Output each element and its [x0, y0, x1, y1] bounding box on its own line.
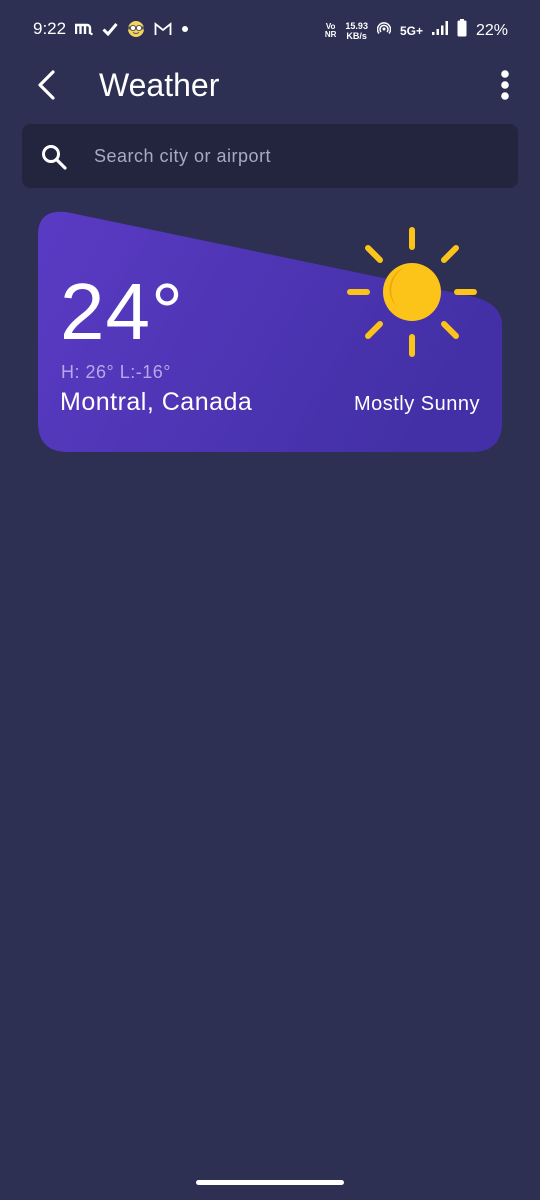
app-bar: Weather	[0, 62, 540, 108]
notification-dot-icon	[181, 25, 189, 33]
check-icon	[102, 22, 118, 36]
network-speed: 15.93 KB/s	[345, 21, 368, 41]
home-indicator[interactable]	[196, 1180, 344, 1185]
status-time: 9:22	[33, 19, 67, 38]
weather-card[interactable]: 24° H: 26° L:-16° Montral, Canada Mostly…	[0, 200, 540, 470]
back-button[interactable]	[30, 66, 64, 104]
search-input[interactable]	[92, 124, 504, 188]
network-speed-value: 15.93	[345, 20, 368, 31]
temperature: 24°	[60, 267, 184, 356]
volte-indicator: Vo NR	[324, 22, 337, 39]
more-vertical-icon	[501, 70, 509, 100]
minion-app-icon	[127, 20, 145, 38]
weather-condition: Mostly Sunny	[353, 393, 480, 415]
network-type: 5G+	[399, 23, 423, 38]
search-box[interactable]	[22, 124, 518, 188]
status-left: 9:22	[33, 19, 189, 39]
sun-icon	[347, 227, 477, 357]
city-name: Montral, Canada	[60, 388, 253, 416]
battery-percentage: 22%	[475, 21, 508, 39]
volte-bottom: NR	[324, 29, 337, 39]
battery-icon	[457, 19, 467, 42]
search-icon	[42, 145, 67, 170]
m-app-icon	[75, 22, 93, 36]
status-bar: 9:22 Vo NR 15.93 KB/s 5G+ 22%	[0, 0, 540, 62]
status-right: Vo NR 15.93 KB/s 5G+ 22%	[325, 19, 508, 42]
hotspot-icon	[376, 21, 392, 40]
page-title: Weather	[99, 67, 220, 103]
gmail-icon	[154, 22, 172, 36]
signal-icon	[431, 21, 448, 40]
high-low-temperature: H: 26° L:-16°	[61, 362, 171, 382]
network-speed-unit: KB/s	[346, 30, 367, 41]
more-options-button[interactable]	[492, 66, 518, 104]
chevron-left-icon	[38, 70, 55, 100]
